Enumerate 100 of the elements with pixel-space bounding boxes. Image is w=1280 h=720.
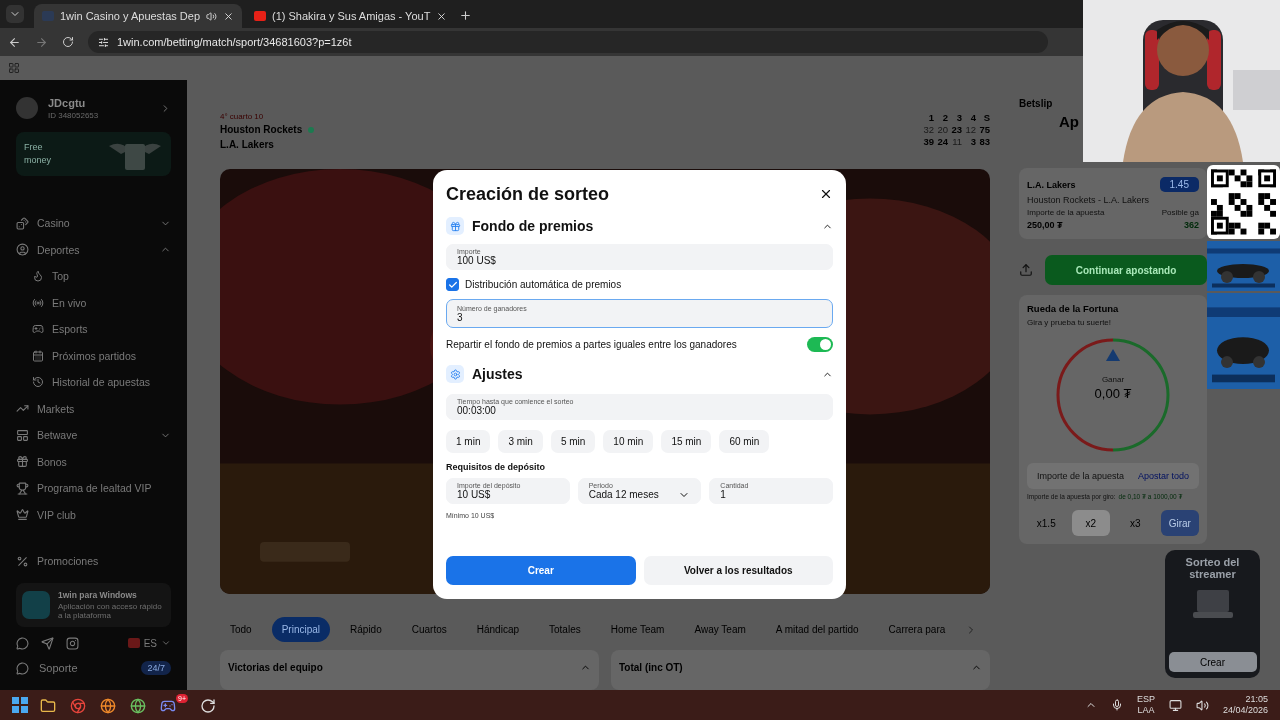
- time-preset-chip[interactable]: 3 min: [498, 430, 543, 453]
- period-label: 2: [941, 112, 948, 123]
- time-preset-chip[interactable]: 10 min: [603, 430, 654, 453]
- market-tab[interactable]: Away Team: [684, 617, 756, 642]
- stake-placeholder: Importe de la apuesta: [1037, 471, 1125, 481]
- toggle-switch[interactable]: [807, 337, 833, 352]
- win-value: 362: [1183, 220, 1199, 230]
- nav-item[interactable]: En vivo: [16, 289, 171, 316]
- market-tab[interactable]: Rápido: [340, 617, 392, 642]
- percent-icon: [16, 554, 29, 568]
- user-name: JDcgtu: [48, 96, 87, 109]
- speaker-icon: [206, 10, 218, 22]
- streamer-title: Sorteo del streamer: [1184, 556, 1241, 580]
- favicon-icon: [254, 11, 267, 21]
- market-card[interactable]: Victorias del equipo: [220, 650, 599, 690]
- close-button[interactable]: [819, 187, 833, 201]
- close-icon[interactable]: [223, 10, 235, 22]
- period-label: 1: [927, 112, 934, 123]
- chat-icon[interactable]: [16, 636, 29, 650]
- nav-icon: [32, 270, 44, 283]
- nav-icon: [32, 349, 44, 362]
- windows-icon[interactable]: [12, 697, 28, 713]
- stake-input[interactable]: Importe de la apuesta Apostar todo: [1027, 463, 1199, 489]
- time-preset-chip[interactable]: 5 min: [550, 430, 596, 453]
- gift-icon: [446, 217, 464, 235]
- market-tab[interactable]: Todo: [220, 617, 262, 642]
- forward-icon[interactable]: [35, 35, 48, 49]
- market-tab[interactable]: Totales: [539, 617, 591, 642]
- market-tab[interactable]: Cuartos: [401, 617, 457, 642]
- nav-item[interactable]: Programa de lealtad VIP: [16, 475, 171, 502]
- nav-item[interactable]: VIP club: [16, 501, 171, 528]
- promo-banner[interactable]: Free money: [16, 132, 171, 176]
- nav-item[interactable]: Bonos: [16, 448, 171, 475]
- nav-icon: [16, 481, 29, 495]
- continue-button[interactable]: Continuar apostando: [1045, 255, 1207, 285]
- tab-search-button[interactable]: [6, 5, 24, 23]
- multiplier-option[interactable]: x2: [1071, 510, 1110, 536]
- market-tab[interactable]: Hándicap: [466, 617, 530, 642]
- stake-value: 250,00 ₮: [1027, 220, 1063, 230]
- back-button[interactable]: Volver a los resultados: [643, 556, 833, 585]
- reload-icon[interactable]: [62, 36, 74, 48]
- mic-icon[interactable]: [1110, 699, 1123, 711]
- nav-item[interactable]: Promociones: [16, 548, 171, 575]
- bet-all-link[interactable]: Apostar todo: [1137, 471, 1189, 481]
- period-label: 4: [969, 112, 976, 123]
- score-cell-text: 23: [950, 124, 962, 135]
- market-tab[interactable]: Principal: [271, 617, 331, 642]
- spin-button[interactable]: Girar: [1160, 510, 1199, 536]
- speaker-icon[interactable]: [1195, 698, 1209, 712]
- market-tab[interactable]: Carrera para: [878, 617, 956, 642]
- score-cell-text: 11: [951, 136, 962, 147]
- wheel-title: Rueda de la Fortuna: [1027, 303, 1120, 314]
- browser-tab[interactable]: (1) Shakira y Sus Amigas - YouT: [246, 4, 456, 28]
- match-status: 4° cuarto 10: [220, 112, 265, 121]
- checkbox[interactable]: [446, 278, 459, 291]
- network-icon[interactable]: [1168, 698, 1182, 712]
- time-preset-chip[interactable]: 60 min: [719, 430, 770, 453]
- browser-tab[interactable]: 1win Casino y Apuestas Dep: [34, 4, 243, 28]
- gamepad-icon[interactable]: [160, 698, 176, 714]
- back-icon[interactable]: [8, 35, 21, 49]
- nav-icon: [16, 508, 29, 522]
- nav-item[interactable]: Top: [16, 263, 171, 290]
- language-indicator[interactable]: ESP LAA: [1136, 693, 1155, 717]
- market-tab[interactable]: Home Team: [600, 617, 675, 642]
- nav-item[interactable]: Historial de apuestas: [16, 369, 171, 396]
- market-card[interactable]: Total (inc OT): [611, 650, 990, 690]
- field-value: 3: [457, 311, 463, 323]
- section-header[interactable]: Ajustes: [446, 364, 833, 384]
- score-cell-text: 12: [964, 124, 976, 135]
- app-card[interactable]: 1win para Windows Aplicación con acceso rápido a la plataforma: [16, 582, 171, 627]
- time-preset-chip[interactable]: 15 min: [661, 430, 712, 453]
- new-tab-icon[interactable]: [459, 9, 473, 22]
- multiplier-option[interactable]: x3: [1116, 510, 1155, 536]
- nav-item[interactable]: Markets: [16, 395, 171, 422]
- language-selector[interactable]: ES: [127, 637, 171, 649]
- camera-icon[interactable]: [66, 636, 79, 650]
- avatar-icon: [16, 97, 38, 119]
- toggle-label: Repartir el fondo de premios a partes iguales entre los ganadores: [446, 339, 737, 350]
- support-link[interactable]: Soporte: [39, 662, 78, 674]
- section-header[interactable]: Fondo de premios: [446, 216, 833, 236]
- address-bar[interactable]: 1win.com/betting/match/sport/34681603?p=1z6t: [88, 31, 1048, 53]
- nav-item[interactable]: Deportes: [16, 236, 171, 263]
- win-amount: 0,00 ₮: [1094, 386, 1132, 401]
- close-icon[interactable]: [436, 10, 448, 22]
- nav-item[interactable]: Betwave: [16, 422, 171, 449]
- create-button[interactable]: Crear: [446, 556, 636, 585]
- time-preset-chip[interactable]: 1 min: [446, 430, 491, 453]
- create-button[interactable]: Crear: [1168, 652, 1257, 672]
- multiplier-option[interactable]: x1.5: [1027, 510, 1066, 536]
- clock[interactable]: 21:05 24/04/2026: [1222, 693, 1268, 717]
- share-icon[interactable]: [1019, 263, 1033, 277]
- site-settings-icon[interactable]: [98, 36, 109, 48]
- send-icon[interactable]: [41, 636, 54, 650]
- nav-item[interactable]: Esports: [16, 316, 171, 343]
- market-tab[interactable]: A mitad del partido: [765, 617, 869, 642]
- nav-item[interactable]: Próximos partidos: [16, 342, 171, 369]
- nav-item[interactable]: Casino: [16, 210, 171, 237]
- deposit-title: Requisitos de depósito: [446, 462, 546, 472]
- favicon-icon: [42, 11, 54, 21]
- bet-event: Houston Rockets - L.A. Lakers: [1027, 195, 1151, 205]
